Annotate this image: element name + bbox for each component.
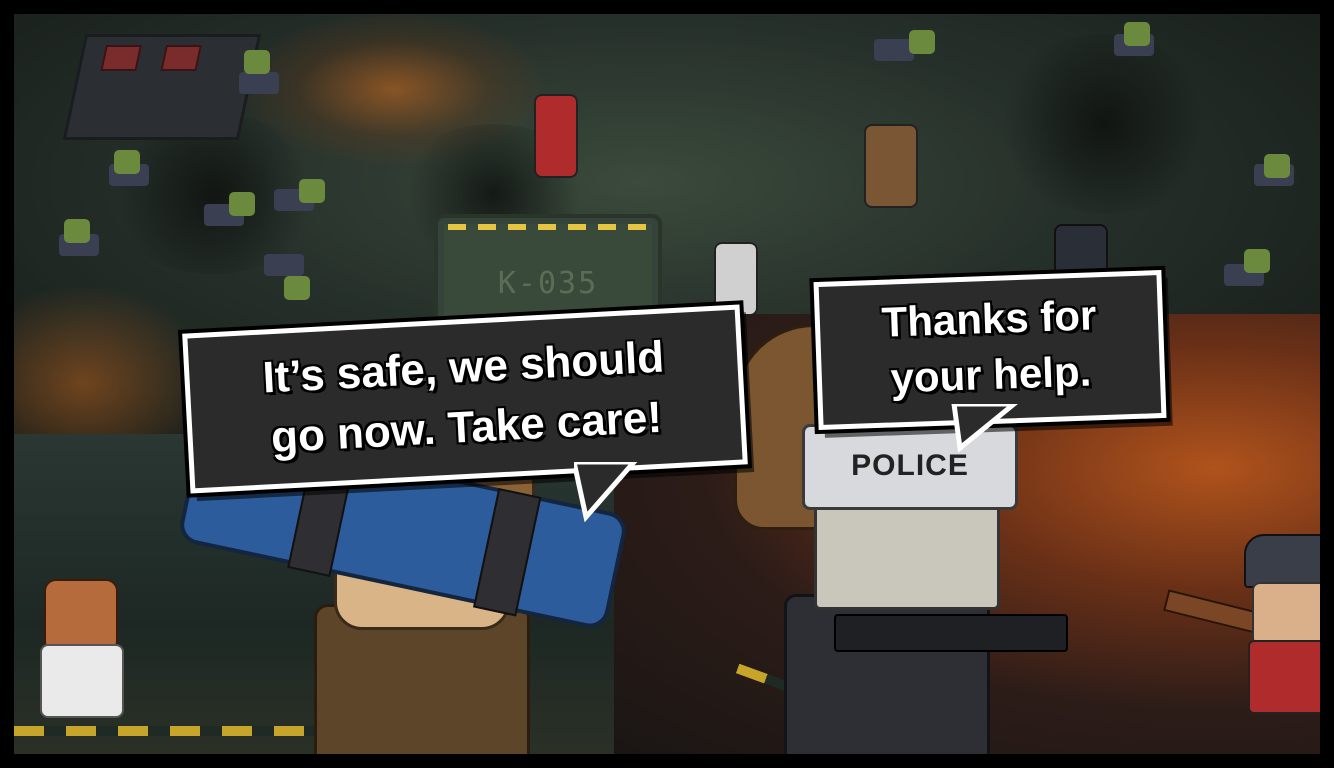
police-face bbox=[814, 494, 1000, 610]
zombie bbox=[874, 39, 914, 61]
crate-vent bbox=[160, 45, 202, 71]
zombie-head bbox=[229, 192, 255, 216]
speech-text-police: Thanks for your help. bbox=[819, 285, 1161, 409]
gunman-cap bbox=[1244, 534, 1320, 588]
speech-line: your help. bbox=[889, 347, 1092, 402]
zombie-head bbox=[114, 150, 140, 174]
zombie-head bbox=[1124, 22, 1150, 46]
scientist-body bbox=[40, 644, 124, 718]
scientist-head bbox=[44, 579, 118, 653]
hatch-hazard-stripe bbox=[448, 224, 648, 230]
zombie-head bbox=[64, 219, 90, 243]
zombie-head bbox=[299, 179, 325, 203]
gunman-body bbox=[1248, 640, 1320, 714]
zombie bbox=[239, 72, 279, 94]
gunman bbox=[1244, 534, 1320, 714]
cutscene-scene: K-035 POLICE It’s safe, we should go now… bbox=[14, 14, 1320, 754]
speech-text-soldier: It’s safe, we should go now. Take care! bbox=[188, 324, 742, 473]
hatch-label: K-035 bbox=[497, 266, 599, 301]
cutscene-frame: K-035 POLICE It’s safe, we should go now… bbox=[0, 0, 1334, 768]
smoke-cloud bbox=[994, 34, 1214, 214]
survivor-small bbox=[534, 94, 578, 178]
zombie-head bbox=[1244, 249, 1270, 273]
speech-bubble-tail bbox=[574, 462, 638, 522]
supply-crate bbox=[62, 34, 262, 140]
speech-bubble-tail bbox=[951, 404, 1018, 453]
assault-rifle bbox=[834, 614, 1068, 652]
zombie-head bbox=[244, 50, 270, 74]
zombie-head bbox=[1264, 154, 1290, 178]
speech-bubble-soldier[interactable]: It’s safe, we should go now. Take care! bbox=[182, 304, 748, 494]
zombie-head bbox=[284, 276, 310, 300]
police-label: POLICE bbox=[851, 449, 969, 482]
zombie-head bbox=[909, 30, 935, 54]
bazooka-band bbox=[473, 487, 542, 617]
zombie bbox=[264, 254, 304, 276]
soldier-small bbox=[864, 124, 918, 208]
gunman-face bbox=[1252, 582, 1320, 646]
crate-vent bbox=[100, 45, 142, 71]
